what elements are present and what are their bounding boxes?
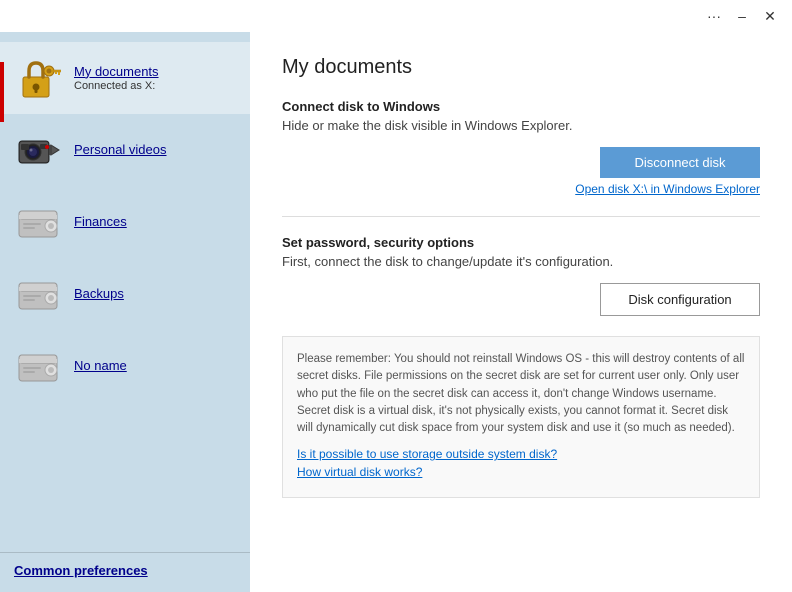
section2-desc: First, connect the disk to change/update… [282,254,760,269]
section-password: Set password, security options First, co… [282,235,760,316]
sidebar-item-my-documents-text: My documents Connected as X: [74,64,159,93]
common-preferences-link[interactable]: Common preferences [14,563,148,578]
app-container: My documents Connected as X: [0,32,792,592]
more-button[interactable]: ··· [700,2,728,30]
section2-title: Set password, security options [282,235,760,250]
section1-title: Connect disk to Windows [282,99,760,114]
sidebar: My documents Connected as X: [0,32,250,592]
sidebar-accent [0,62,4,122]
virtual-disk-link[interactable]: How virtual disk works? [297,465,745,479]
disconnect-disk-button[interactable]: Disconnect disk [600,147,760,178]
page-title: My documents [282,56,760,79]
titlebar: ··· – ✕ [0,0,792,32]
minimize-button[interactable]: – [728,2,756,30]
disk-configuration-button[interactable]: Disk configuration [600,283,760,316]
storage-outside-link[interactable]: Is it possible to use storage outside sy… [297,447,745,461]
main-content: My documents Connect disk to Windows Hid… [250,32,792,592]
drive-backups-icon [12,268,64,320]
info-box: Please remember: You should not reinstal… [282,336,760,498]
sidebar-item-finances[interactable]: Finances [0,186,250,258]
section1-link-row: Open disk X:\ in Windows Explorer [282,182,760,196]
sidebar-item-backups[interactable]: Backups [0,258,250,330]
sidebar-item-my-documents[interactable]: My documents Connected as X: [0,42,250,114]
section1-desc: Hide or make the disk visible in Windows… [282,118,760,133]
camera-icon [12,124,64,176]
sidebar-footer: Common preferences [0,552,250,592]
close-button[interactable]: ✕ [756,2,784,30]
info-text: Please remember: You should not reinstal… [297,351,745,437]
lock-icon [12,52,64,104]
section1-btn-row: Disconnect disk [282,147,760,178]
section-connect-disk: Connect disk to Windows Hide or make the… [282,99,760,196]
sidebar-item-personal-videos[interactable]: Personal videos [0,114,250,186]
open-disk-explorer-link[interactable]: Open disk X:\ in Windows Explorer [575,182,760,196]
drive-noname-icon [12,340,64,392]
drive-finances-icon [12,196,64,248]
sidebar-spacer [0,402,250,552]
section-divider [282,216,760,217]
sidebar-item-no-name[interactable]: No name [0,330,250,402]
section2-btn-row: Disk configuration [282,283,760,316]
